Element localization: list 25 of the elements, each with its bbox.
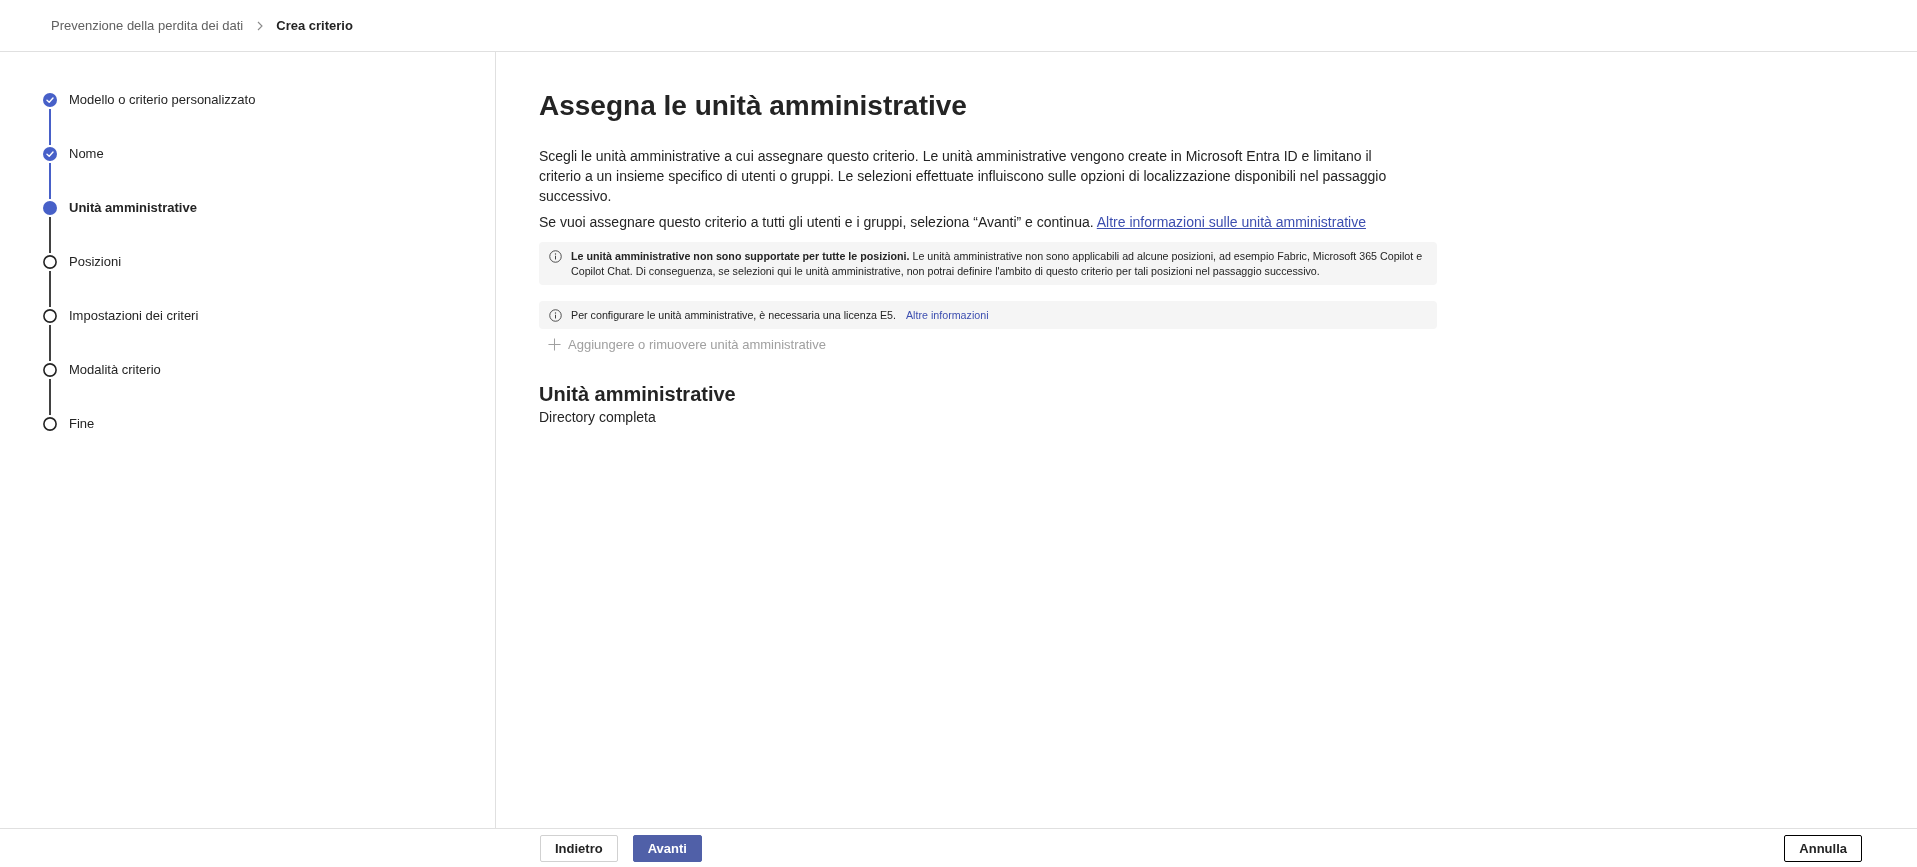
notice-text: Per configurare le unità amministrative, è necessaria una licenza E5. [571,308,896,323]
step-label: Impostazioni dei criteri [69,309,199,323]
description-text: Scegli le unità amministrative a cui assegnare questo criterio. Le unità amministrative vengono create in Microsoft Entra ID e limitano il criterio a un insieme specifico di utenti o gruppi. Le selezioni effettuate influiscono sulle opzioni di localizzazione disponibili nel passaggio successivo. [539,147,1388,206]
learn-more-link[interactable]: Altre informazioni sulle unità amministrative [1096,214,1366,230]
cancel-button[interactable]: Annulla [1784,834,1862,862]
page-title: Assegna le unità amministrative [539,89,968,123]
breadcrumb-current: Crea criterio [276,18,353,33]
section-value: Directory completa [539,408,657,427]
note-text: Se vuoi assegnare questo criterio a tutti gli utenti e i gruppi, seleziona “Avanti” e continua. Altre informazioni sulle unità amministrative [539,213,1367,232]
next-button[interactable]: Avanti [632,834,702,862]
step-label: Nome [69,147,104,161]
learn-more-link[interactable]: Altre informazioni [905,308,989,323]
step-label: Unità amministrative [69,201,197,215]
back-button[interactable]: Indietro [540,834,618,862]
info-icon [549,309,562,322]
step-label: Posizioni [69,255,122,269]
chevron-icon [257,20,264,31]
notice-text: Le unità amministrative non sono supportate per tutte le posizioni. Le unità amministrative non sono applicabili ad alcune posizioni, ad esempio Fabric, Microsoft 365 Copilot e Copilot Chat. Di conseguenza, se selezioni qui le unità amministrative, non potrai definire l'ambito di questo criterio per tali posizioni nel passaggio successivo. [571,249,1424,279]
info-icon [549,250,562,263]
step-label: Fine [69,417,95,431]
plus-icon [548,338,561,351]
step-label: Modalità criterio [69,363,161,377]
step-label: Modello o criterio personalizzato [69,93,256,107]
breadcrumb-link[interactable]: Prevenzione della perdita dei dati [51,18,244,33]
section-title: Unità amministrative [539,382,737,407]
